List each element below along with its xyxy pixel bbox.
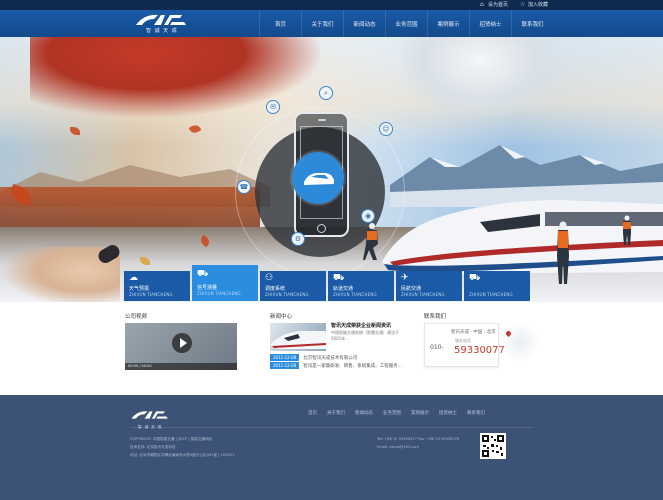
tab-label: 信号测量 <box>197 285 218 291</box>
autumn-forest <box>0 187 260 232</box>
standing-worker <box>557 221 569 284</box>
site-header: 智 诚 天 成 首页 关于我们 新闻动态 业务范围 案例展示 招贤纳士 联系我们 <box>0 10 663 37</box>
logo-text: 智 诚 天 成 <box>146 28 178 34</box>
footer-nav-home[interactable]: 首页 <box>308 410 317 416</box>
phone-area-code: 010- <box>430 344 444 351</box>
add-favorite-link[interactable]: ☆ 加入收藏 <box>520 1 548 8</box>
nav-contact[interactable]: 联系我们 <box>511 10 553 37</box>
nav-news[interactable]: 新闻动态 <box>343 10 385 37</box>
distant-worker <box>623 215 631 245</box>
footer-support: 技术支持: 北京智讯天成科技 <box>130 445 176 449</box>
footer-nav-about[interactable]: 关于我们 <box>327 410 345 416</box>
tab-sublabel: ZHIXUN TIANCHENG <box>401 292 445 297</box>
news-thumbnail[interactable] <box>270 323 326 351</box>
news-summary: 中国智能交通系统（智慧交通）建设于2001年... <box>331 330 399 341</box>
tab-label: 调度系统 <box>265 286 286 292</box>
top-links: ⌂ 设为首页 ☆ 加入收藏 <box>480 1 548 8</box>
play-button[interactable] <box>172 333 192 353</box>
car-hub-icon <box>292 152 344 204</box>
footer-nav-cases[interactable]: 案例展示 <box>411 410 429 416</box>
snow-tree <box>400 37 560 117</box>
top-utility-bar: ⌂ 设为首页 ☆ 加入收藏 <box>0 0 663 10</box>
tab-sublabel: ZHIXUN TIANCHENG <box>197 291 241 296</box>
tab-sublabel: ZHIXUN TIANCHENG <box>265 292 309 297</box>
set-homepage-link[interactable]: ⌂ 设为首页 <box>480 1 508 8</box>
location-bubble-icon: ◉ <box>361 209 375 223</box>
phone-bubble-icon: ☎ <box>237 180 251 194</box>
add-favorite-label: 加入收藏 <box>527 2 548 8</box>
news-list-item[interactable]: 2011-12-08 北京智讯天成技术有限公司 <box>270 354 357 361</box>
main-nav: 首页 关于我们 新闻动态 业务范围 案例展示 招贤纳士 联系我们 <box>259 10 553 37</box>
tab-label: 轨道交通 <box>333 286 354 292</box>
news-section-title: 新闻中心 <box>270 314 293 320</box>
footer-divider <box>130 427 534 428</box>
nav-business[interactable]: 业务范围 <box>385 10 427 37</box>
nav-home[interactable]: 首页 <box>259 10 301 37</box>
tab-label: 民航交通 <box>401 286 422 292</box>
tab-sublabel: ZHIXUN TIANCHENG <box>469 292 513 297</box>
plane-icon: ✈ <box>401 273 409 283</box>
news-date: 2011-12-08 <box>270 362 300 369</box>
tab-weather[interactable]: ☁ 天气预报 ZHIXUN TIANCHENG <box>124 271 190 301</box>
set-homepage-label: 设为首页 <box>487 2 508 8</box>
phone-speaker <box>318 119 326 121</box>
content-area: 公司视频 00:00 / 00:00 新闻中心 智讯天成荣获企业新闻资讯 中国智… <box>0 302 663 395</box>
tab-label: 天气预报 <box>129 286 150 292</box>
contact-label: 服务电话 <box>455 338 471 343</box>
nav-careers[interactable]: 招贤纳士 <box>469 10 511 37</box>
home-icon: ⌂ <box>479 0 484 8</box>
footer-email[interactable]: Email: zxtcw@163.com <box>377 445 419 449</box>
news-item-text: 北京智讯天成技术有限公司 <box>303 355 358 361</box>
van-icon: ⛟ <box>469 273 481 283</box>
truck-icon: ⛟ <box>333 273 345 283</box>
news-date: 2011-12-08 <box>270 354 300 361</box>
video-section-title: 公司视频 <box>125 314 148 320</box>
kneeling-worker <box>363 223 378 260</box>
news-train-image <box>270 331 326 349</box>
cloud-icon: ☁ <box>129 273 138 283</box>
footer-nav-contact[interactable]: 联系我们 <box>467 410 485 416</box>
phone-number: 59330077 <box>454 345 505 356</box>
footer-nav-news[interactable]: 新闻动态 <box>355 410 373 416</box>
star-icon: ☆ <box>519 0 526 8</box>
phone-home-button <box>317 224 326 233</box>
news-list-item[interactable]: 2011-12-08 智讯是一家集研发、销售、系统集成、工程服务... <box>270 362 402 369</box>
nav-cases[interactable]: 案例展示 <box>427 10 469 37</box>
footer-nav-careers[interactable]: 招贤纳士 <box>439 410 457 416</box>
footer-copyright: COPYRIGHT: 中国智能交通 | 京ICP | 智能交通网站 <box>130 437 213 441</box>
site-footer: 智 诚 天 成 首页 关于我们 新闻动态 业务范围 案例展示 招贤纳士 联系我们… <box>0 395 663 500</box>
person-bubble-icon: ☺ <box>379 122 393 136</box>
qr-code <box>480 433 506 459</box>
car-icon: ⛟ <box>197 269 209 279</box>
logo-mark <box>136 14 186 25</box>
gear-bubble-icon: ⚙ <box>291 232 305 246</box>
page: ⌂ 设为首页 ☆ 加入收藏 智 诚 天 成 首页 关于我们 新闻动态 业务范围 <box>0 0 663 500</box>
tab-rail[interactable]: ⛟ 轨道交通 ZHIXUN TIANCHENG <box>328 271 394 301</box>
tab-sublabel: ZHIXUN TIANCHENG <box>129 292 173 297</box>
hero-banner: ⌕ ✉ ☺ ☎ ⚙ ◉ <box>0 37 663 302</box>
search-bubble-icon: ⌕ <box>319 86 333 100</box>
footer-address: 地址: 北京市朝阳区华腾北塘商务大厦A座办公区301室 | 100021 <box>130 453 235 457</box>
nav-about[interactable]: 关于我们 <box>301 10 343 37</box>
tab-aviation[interactable]: ✈ 民航交通 ZHIXUN TIANCHENG <box>396 271 462 301</box>
tab-sublabel: ZHIXUN TIANCHENG <box>333 292 377 297</box>
company-video-player[interactable]: 00:00 / 00:00 <box>125 323 237 370</box>
footer-nav-business[interactable]: 业务范围 <box>383 410 401 416</box>
chat-bubble-icon: ✉ <box>266 100 280 114</box>
contact-card: 智讯天成 · 中国 · 北京 服务电话 010- 59330077 <box>424 323 505 367</box>
site-logo[interactable]: 智 诚 天 成 <box>134 12 189 34</box>
tab-logistics[interactable]: ⛟ ZHIXUN TIANCHENG <box>464 271 530 301</box>
news-headline[interactable]: 智讯天成荣获企业新闻资讯 <box>331 322 391 329</box>
world-map-graphic <box>500 322 540 362</box>
people-icon: ⚇ <box>265 273 274 283</box>
video-controls[interactable]: 00:00 / 00:00 <box>125 363 237 370</box>
footer-phone-fax: Tel: +86 10 59330077 Fax: +86 10 5933007… <box>377 437 460 441</box>
footer-logo-mark <box>131 411 168 419</box>
contact-company: 智讯天成 · 中国 · 北京 <box>451 330 496 335</box>
tab-signal[interactable]: ⛟ 信号测量 ZHIXUN TIANCHENG <box>192 265 258 301</box>
news-item-text: 智讯是一家集研发、销售、系统集成、工程服务... <box>303 363 403 369</box>
footer-nav: 首页 关于我们 新闻动态 业务范围 案例展示 招贤纳士 联系我们 <box>308 410 485 416</box>
tab-dispatch[interactable]: ⚇ 调度系统 ZHIXUN TIANCHENG <box>260 271 326 301</box>
contact-section-title: 联系我们 <box>424 314 447 320</box>
